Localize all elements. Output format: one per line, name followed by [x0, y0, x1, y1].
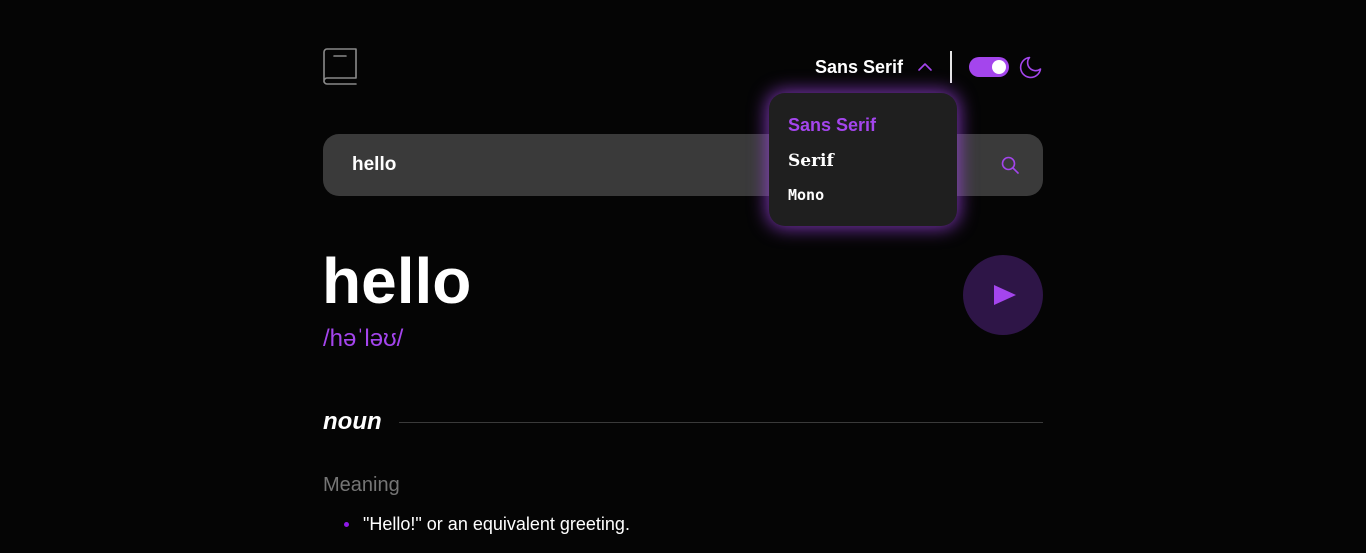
font-option-serif[interactable]: Serif [788, 151, 834, 171]
word-title: hello [322, 245, 472, 317]
font-selector[interactable]: Sans Serif [815, 55, 933, 79]
book-icon [323, 48, 357, 85]
toggle-knob [992, 60, 1006, 74]
part-of-speech: noun [323, 408, 382, 435]
play-icon [994, 285, 1016, 305]
search-icon[interactable] [1001, 156, 1019, 174]
play-button[interactable] [963, 255, 1043, 335]
font-dropdown: Sans Serif Serif Mono [769, 93, 957, 226]
bullet-icon [344, 521, 349, 527]
chevron-up-icon [918, 63, 932, 71]
definition-item: "Hello!" or an equivalent greeting. [344, 512, 630, 536]
header-divider [950, 51, 952, 83]
phonetic-text: /həˈləʊ/ [323, 325, 404, 352]
font-selector-label: Sans Serif [815, 56, 904, 77]
font-option-sans-serif[interactable]: Sans Serif [788, 115, 876, 136]
font-option-mono[interactable]: Mono [788, 186, 824, 204]
moon-icon[interactable] [1019, 55, 1043, 79]
section-divider [399, 422, 1043, 423]
theme-toggle[interactable] [969, 57, 1009, 77]
definition-text: "Hello!" or an equivalent greeting. [363, 513, 630, 534]
meaning-heading: Meaning [323, 474, 400, 496]
dictionary-app: Sans Serif Sans Serif Serif Mono hello /… [0, 0, 1366, 553]
